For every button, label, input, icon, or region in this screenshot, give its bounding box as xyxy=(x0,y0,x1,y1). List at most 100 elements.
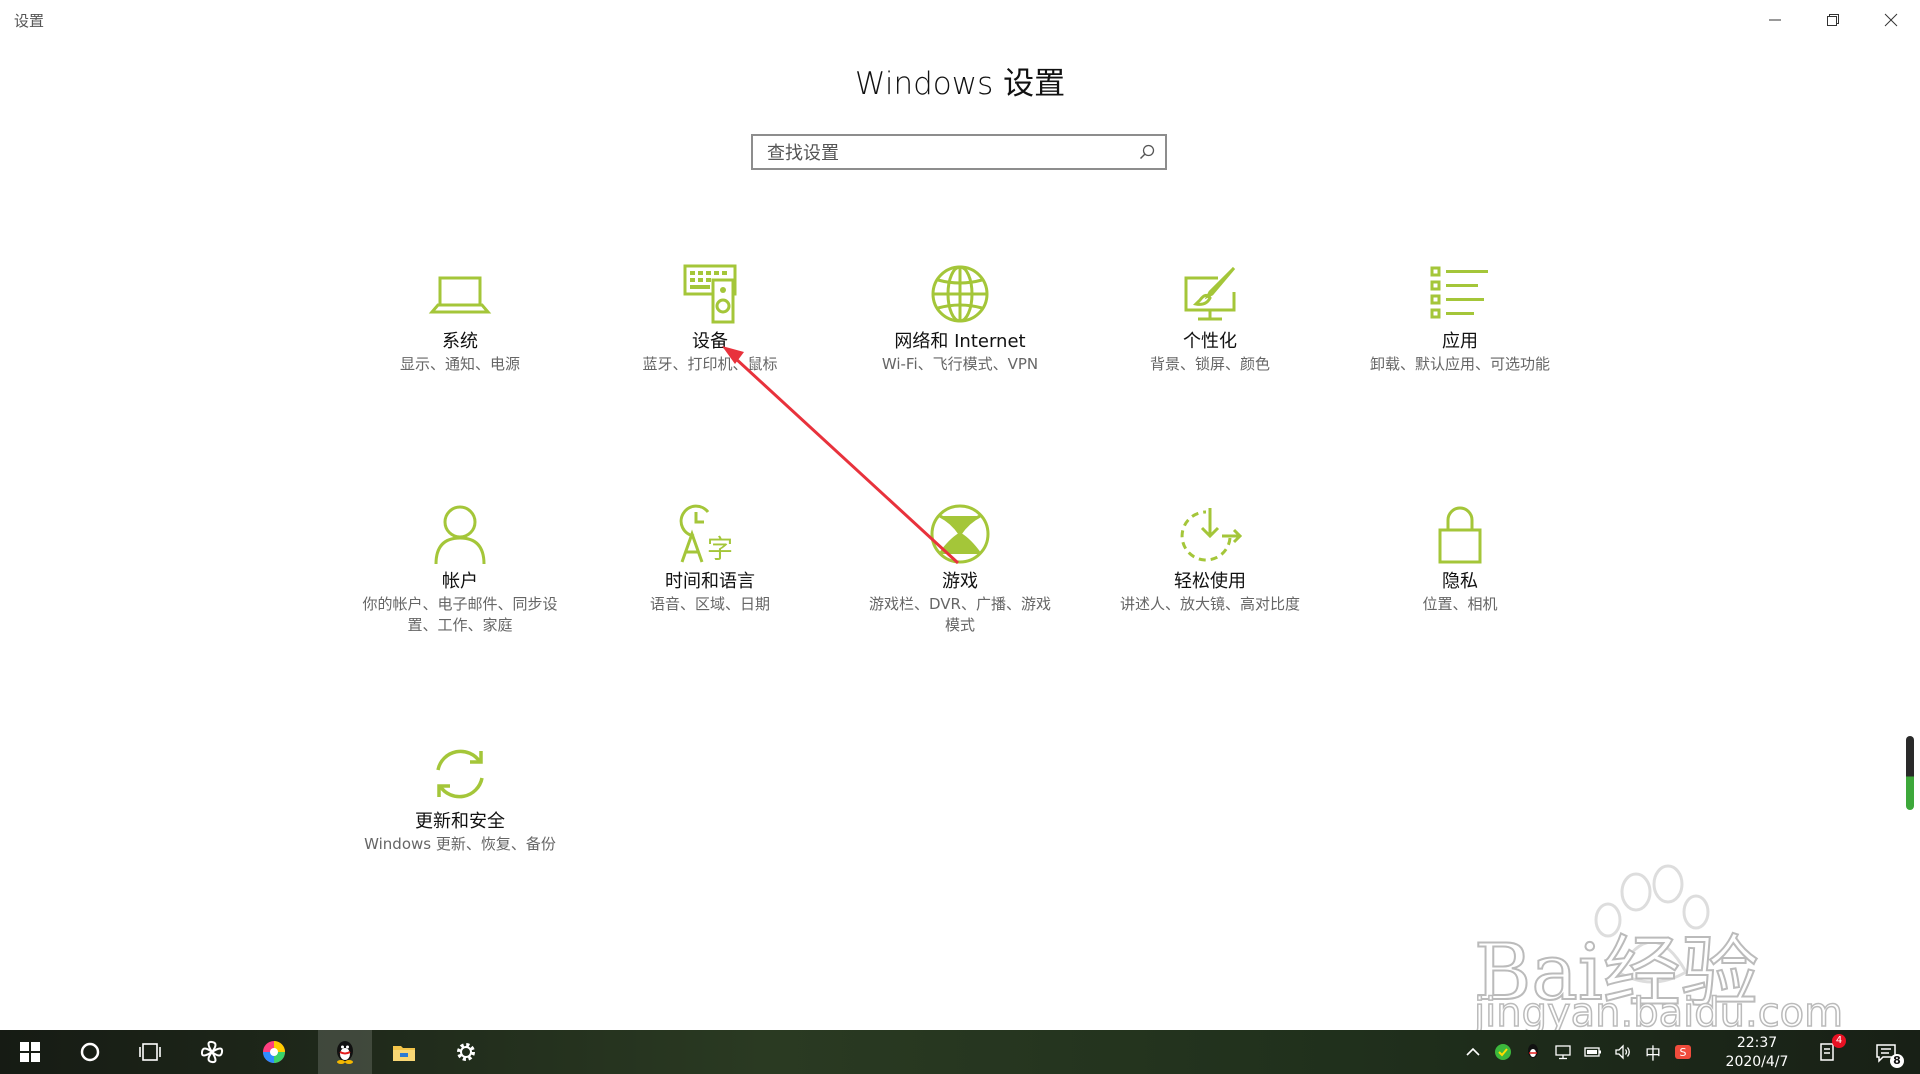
windows-start-icon xyxy=(20,1042,40,1062)
tile-label: 更新和安全 xyxy=(415,811,505,832)
tile-description: 显示、通知、电源 xyxy=(399,355,520,373)
tile-label: 个性化 xyxy=(1183,331,1237,352)
tray-app-360[interactable] xyxy=(1488,1030,1518,1074)
settings-gear-icon xyxy=(457,1043,475,1061)
tile-label: 应用 xyxy=(1442,331,1478,352)
tray-app-qq[interactable] xyxy=(1518,1030,1548,1074)
tile-description: 游戏栏、DVR、广播、游戏模式 xyxy=(869,595,1051,634)
tile-description: 语音、区域、日期 xyxy=(649,595,770,613)
tile-label: 轻松使用 xyxy=(1174,571,1246,592)
task-view-button[interactable] xyxy=(126,1030,174,1074)
app-title: 设置 xyxy=(14,12,45,30)
qq-penguin-icon xyxy=(337,1041,353,1064)
search-box[interactable] xyxy=(751,134,1167,170)
page-title: Windows 设置 xyxy=(854,66,1066,102)
taskbar-clock[interactable]: 22:37 2020/4/7 xyxy=(1712,1034,1802,1072)
taskbar-app-browser[interactable] xyxy=(250,1030,298,1074)
battery-icon xyxy=(1584,1047,1601,1057)
tile-description: Wi-Fi、飞行模式、VPN xyxy=(881,355,1039,373)
tile-system[interactable]: 系统 显示、通知、电源 xyxy=(350,262,570,375)
tile-update-security[interactable]: 更新和安全 Windows 更新、恢复、备份 xyxy=(350,742,570,855)
list-icon xyxy=(1430,266,1488,319)
tile-description: 位置、相机 xyxy=(1422,595,1498,613)
restore-icon xyxy=(1827,14,1839,26)
clock-date: 2020/4/7 xyxy=(1725,1054,1789,1070)
tile-label: 设备 xyxy=(692,331,728,352)
tile-devices[interactable]: 设备 蓝牙、打印机、鼠标 xyxy=(600,262,820,375)
chevron-up-icon xyxy=(1466,1047,1480,1056)
taskbar: 中 S 22:37 2020/4/7 4 8 xyxy=(0,1030,1920,1074)
tile-time-language[interactable]: 字 时间和语言 语音、区域、日期 xyxy=(600,502,820,615)
cortana-circle-icon xyxy=(80,1042,100,1062)
refresh-icon xyxy=(436,749,484,799)
notification-badge: 4 xyxy=(1832,1034,1846,1048)
tile-ease-of-access[interactable]: 轻松使用 讲述人、放大镜、高对比度 xyxy=(1100,502,1320,615)
tile-label: 隐私 xyxy=(1442,571,1478,592)
tile-label: 时间和语言 xyxy=(665,571,755,592)
tile-apps[interactable]: 应用 卸载、默认应用、可选功能 xyxy=(1350,262,1570,375)
restore-button[interactable] xyxy=(1804,0,1862,40)
close-button[interactable] xyxy=(1862,0,1920,40)
xbox-icon xyxy=(930,504,990,564)
tile-label: 帐户 xyxy=(442,571,478,592)
security-shield-icon xyxy=(1495,1044,1511,1060)
taskbar-app-pinwheel[interactable] xyxy=(188,1030,236,1074)
clock-time: 22:37 xyxy=(1736,1035,1778,1051)
person-icon xyxy=(434,505,486,565)
task-view-icon xyxy=(139,1043,161,1061)
search-icon[interactable] xyxy=(1139,144,1155,160)
title-bar: 设置 xyxy=(0,0,1920,40)
tray-battery[interactable] xyxy=(1578,1030,1608,1074)
window-controls xyxy=(1746,0,1920,40)
tile-personalization[interactable]: 个性化 背景、锁屏、颜色 xyxy=(1100,262,1320,375)
system-tray: 中 S xyxy=(1458,1030,1698,1074)
tile-privacy[interactable]: 隐私 位置、相机 xyxy=(1350,502,1570,615)
clock-language-icon: 字 xyxy=(679,504,733,565)
search-input[interactable] xyxy=(765,141,1129,165)
keyboard-speaker-icon xyxy=(683,264,737,324)
tile-network[interactable]: 网络和 Internet Wi-Fi、飞行模式、VPN xyxy=(850,262,1070,375)
timer-icon xyxy=(1180,508,1242,562)
tile-accounts[interactable]: 帐户 你的帐户、电子邮件、同步设置、工作、家庭 xyxy=(350,502,570,636)
notification-app-button[interactable]: 4 xyxy=(1806,1030,1850,1074)
action-center-button[interactable]: 8 xyxy=(1862,1030,1910,1074)
tile-description: 卸载、默认应用、可选功能 xyxy=(1369,355,1550,373)
lock-icon xyxy=(1438,506,1482,564)
tile-label: 游戏 xyxy=(942,571,978,592)
minimize-icon xyxy=(1769,19,1781,21)
input-method-indicator[interactable]: 中 xyxy=(1638,1030,1668,1074)
tile-description: Windows 更新、恢复、备份 xyxy=(364,835,556,853)
show-hidden-icons-button[interactable] xyxy=(1458,1030,1488,1074)
start-button[interactable] xyxy=(6,1030,54,1074)
qq-penguin-icon xyxy=(1528,1044,1538,1058)
close-icon xyxy=(1884,13,1898,27)
network-monitor-icon xyxy=(1555,1045,1571,1060)
tray-sogou[interactable]: S xyxy=(1668,1030,1698,1074)
tile-description: 你的帐户、电子邮件、同步设置、工作、家庭 xyxy=(362,595,558,634)
cortana-button[interactable] xyxy=(66,1030,114,1074)
speaker-icon xyxy=(1615,1044,1630,1060)
action-center-badge: 8 xyxy=(1890,1054,1904,1068)
svg-text:字: 字 xyxy=(707,535,733,565)
sogou-input-icon: S xyxy=(1675,1045,1691,1059)
taskbar-app-explorer[interactable] xyxy=(380,1030,428,1074)
pinwheel-icon xyxy=(200,1040,224,1064)
browser-icon xyxy=(263,1041,285,1063)
tray-volume[interactable] xyxy=(1608,1030,1638,1074)
globe-icon xyxy=(931,265,989,323)
tile-description: 蓝牙、打印机、鼠标 xyxy=(642,355,778,373)
svg-text:S: S xyxy=(1680,1046,1687,1059)
tray-network[interactable] xyxy=(1548,1030,1578,1074)
scrollbar-thumb[interactable] xyxy=(1906,736,1914,810)
tile-gaming[interactable]: 游戏 游戏栏、DVR、广播、游戏模式 xyxy=(850,502,1070,636)
taskbar-app-qq[interactable] xyxy=(318,1030,372,1074)
taskbar-app-settings[interactable] xyxy=(442,1030,490,1074)
file-explorer-icon xyxy=(393,1046,415,1061)
laptop-icon xyxy=(428,276,492,314)
paintbrush-monitor-icon xyxy=(1184,266,1236,321)
tile-description: 背景、锁屏、颜色 xyxy=(1149,355,1270,373)
tile-label: 系统 xyxy=(442,331,478,352)
tile-description: 讲述人、放大镜、高对比度 xyxy=(1119,595,1300,613)
minimize-button[interactable] xyxy=(1746,0,1804,40)
tile-label: 网络和 Internet xyxy=(894,331,1026,352)
